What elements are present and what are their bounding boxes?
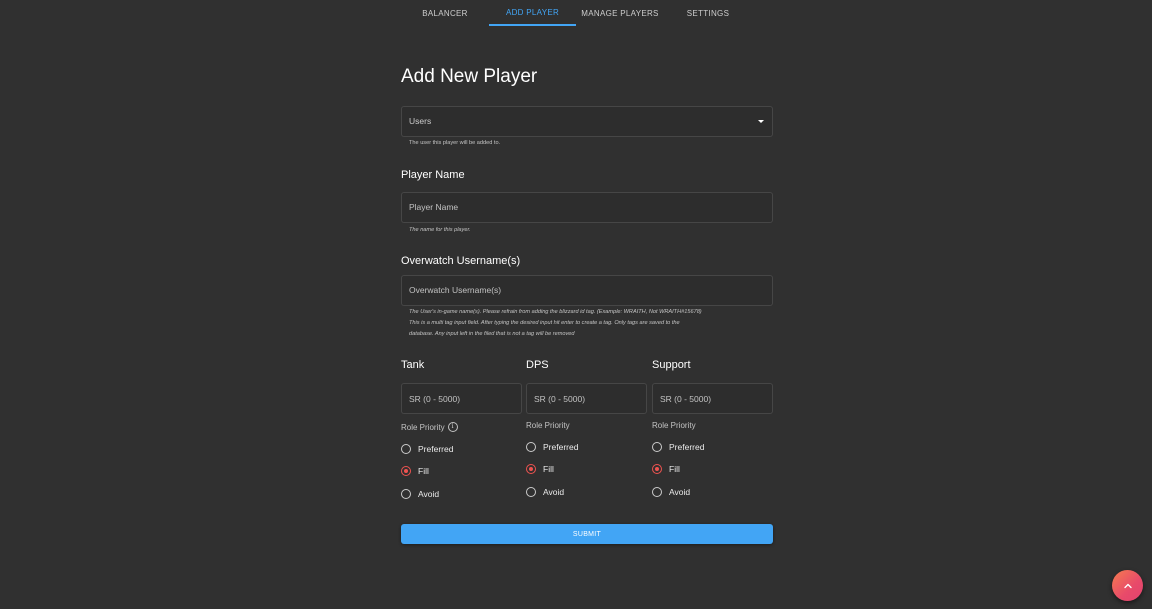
role-priority-text: Role Priority [652, 421, 696, 430]
role-title: Tank [401, 359, 425, 371]
chevron-up-icon [1123, 583, 1132, 588]
support-radio-preferred[interactable]: Preferred [652, 441, 704, 453]
tank-radio-avoid[interactable]: Avoid [401, 488, 439, 500]
role-priority-label: Role Priority [652, 421, 696, 430]
top-tabs: BALANCER ADD PLAYER MANAGE PLAYERS SETTI… [401, 0, 752, 26]
role-priority-text: Role Priority [526, 421, 570, 430]
dps-sr-input[interactable] [534, 384, 639, 413]
player-name-heading: Player Name [401, 169, 465, 181]
radio-label: Avoid [543, 487, 565, 497]
overwatch-helper-line-2: This is a multi tag input field. After t… [409, 320, 680, 326]
dps-radio-preferred[interactable]: Preferred [526, 441, 578, 453]
radio-unchecked-icon [652, 487, 662, 497]
radio-label: Avoid [669, 487, 691, 497]
radio-label: Fill [543, 464, 554, 474]
sr-field-wrapper [401, 383, 522, 414]
users-helper-text: The user this player will be added to. [409, 140, 501, 146]
dropdown-arrow-icon [758, 120, 764, 123]
radio-unchecked-icon [526, 487, 536, 497]
role-priority-label: Role Priority i [401, 422, 458, 432]
page-title: Add New Player [401, 66, 538, 87]
info-icon[interactable]: i [447, 422, 458, 432]
radio-unchecked-icon [401, 444, 411, 454]
radio-unchecked-icon [401, 489, 411, 499]
users-select-value: Users [409, 116, 432, 126]
overwatch-helper-line-1: The User's in-game name(s). Please refra… [409, 309, 702, 315]
radio-checked-icon [401, 466, 411, 476]
users-select[interactable]: Users [401, 106, 773, 137]
overwatch-helper-line-3: database. Any input left in the filed th… [409, 331, 575, 337]
support-sr-input[interactable] [660, 384, 765, 413]
radio-label: Preferred [669, 442, 705, 452]
player-name-input[interactable] [409, 193, 749, 222]
tank-radio-fill[interactable]: Fill [401, 465, 429, 477]
sr-field-wrapper [652, 383, 773, 414]
submit-button[interactable]: SUBMIT [401, 524, 773, 544]
dps-radio-fill[interactable]: Fill [526, 463, 554, 475]
tab-manage-players[interactable]: MANAGE PLAYERS [576, 0, 664, 26]
tab-add-player[interactable]: ADD PLAYER [489, 0, 576, 26]
tab-balancer[interactable]: BALANCER [401, 0, 489, 26]
tank-sr-input[interactable] [409, 384, 514, 413]
sr-field-wrapper [526, 383, 647, 414]
overwatch-username-heading: Overwatch Username(s) [401, 255, 521, 267]
support-radio-fill[interactable]: Fill [652, 463, 680, 475]
dps-radio-avoid[interactable]: Avoid [526, 486, 564, 498]
radio-unchecked-icon [526, 442, 536, 452]
tab-settings[interactable]: SETTINGS [664, 0, 752, 26]
overwatch-username-field-wrapper [401, 275, 773, 306]
role-title: DPS [526, 359, 549, 371]
scroll-to-top-button[interactable] [1112, 570, 1143, 601]
radio-checked-icon [526, 464, 536, 474]
radio-label: Preferred [418, 444, 454, 454]
support-radio-avoid[interactable]: Avoid [652, 486, 690, 498]
radio-label: Fill [418, 466, 429, 476]
role-priority-text: Role Priority [401, 422, 445, 432]
radio-label: Fill [669, 464, 680, 474]
overwatch-username-input[interactable] [409, 276, 749, 305]
role-title: Support [652, 359, 691, 371]
radio-label: Avoid [418, 489, 440, 499]
radio-unchecked-icon [652, 442, 662, 452]
radio-label: Preferred [543, 442, 579, 452]
player-name-helper-text: The name for this player. [409, 227, 471, 233]
role-priority-label: Role Priority [526, 421, 570, 430]
tank-radio-preferred[interactable]: Preferred [401, 443, 453, 455]
player-name-field-wrapper [401, 192, 773, 223]
radio-checked-icon [652, 464, 662, 474]
app-page: BALANCER ADD PLAYER MANAGE PLAYERS SETTI… [0, 0, 1152, 609]
